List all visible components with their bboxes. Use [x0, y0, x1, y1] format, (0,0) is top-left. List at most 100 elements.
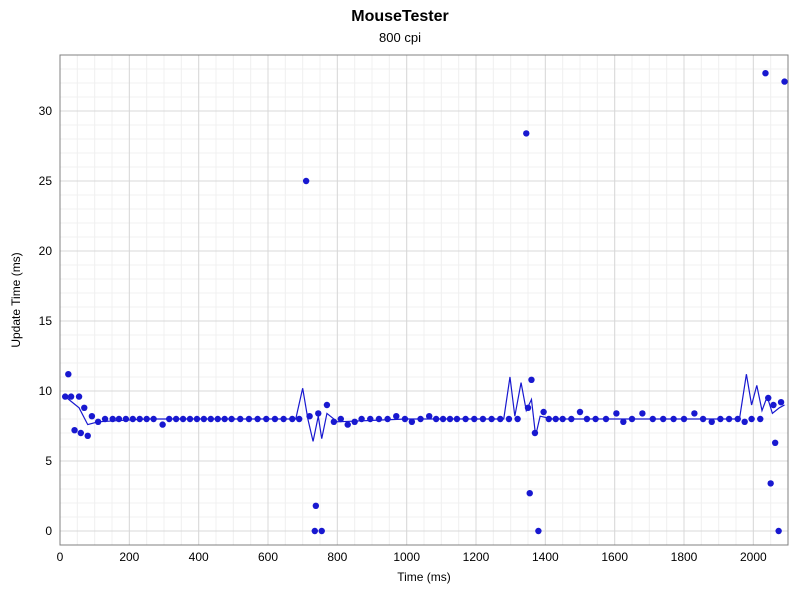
data-point	[306, 413, 312, 419]
data-point	[65, 371, 71, 377]
x-tick-label: 0	[57, 550, 64, 564]
data-point	[528, 377, 534, 383]
data-point	[102, 416, 108, 422]
data-point	[384, 416, 390, 422]
data-point	[78, 430, 84, 436]
data-point	[68, 393, 74, 399]
data-point	[402, 416, 408, 422]
x-tick-label: 200	[119, 550, 139, 564]
data-point	[95, 419, 101, 425]
data-point	[215, 416, 221, 422]
data-point	[137, 416, 143, 422]
data-point	[351, 419, 357, 425]
data-point	[166, 416, 172, 422]
x-tick-label: 1800	[671, 550, 698, 564]
data-point	[765, 395, 771, 401]
data-point	[546, 416, 552, 422]
data-point	[540, 409, 546, 415]
data-point	[748, 416, 754, 422]
data-point	[289, 416, 295, 422]
y-tick-label: 0	[45, 524, 52, 538]
data-point	[691, 410, 697, 416]
data-point	[778, 399, 784, 405]
data-point	[757, 416, 763, 422]
data-point	[681, 416, 687, 422]
data-point	[263, 416, 269, 422]
data-point	[208, 416, 214, 422]
y-tick-label: 10	[39, 384, 53, 398]
x-tick-label: 1400	[532, 550, 559, 564]
data-point	[447, 416, 453, 422]
data-point	[770, 402, 776, 408]
data-point	[331, 419, 337, 425]
data-point	[480, 416, 486, 422]
data-point	[762, 70, 768, 76]
data-point	[514, 416, 520, 422]
data-point	[345, 421, 351, 427]
data-point	[228, 416, 234, 422]
data-point	[426, 413, 432, 419]
data-point	[629, 416, 635, 422]
data-point	[296, 416, 302, 422]
data-point	[143, 416, 149, 422]
data-point	[553, 416, 559, 422]
data-point	[433, 416, 439, 422]
data-point	[89, 413, 95, 419]
data-point	[417, 416, 423, 422]
data-point	[454, 416, 460, 422]
data-point	[130, 416, 136, 422]
y-tick-label: 25	[39, 174, 53, 188]
data-point	[670, 416, 676, 422]
data-point	[85, 433, 91, 439]
data-point	[272, 416, 278, 422]
data-point	[254, 416, 260, 422]
data-point	[187, 416, 193, 422]
x-tick-label: 1600	[601, 550, 628, 564]
series-line	[65, 374, 784, 441]
y-axis-label: Update Time (ms)	[9, 252, 23, 347]
data-point	[303, 178, 309, 184]
data-point	[180, 416, 186, 422]
data-point	[194, 416, 200, 422]
x-axis-label: Time (ms)	[397, 570, 451, 584]
data-point	[237, 416, 243, 422]
data-point	[409, 419, 415, 425]
data-point	[246, 416, 252, 422]
data-point	[650, 416, 656, 422]
data-point	[324, 402, 330, 408]
chart-container: MouseTester 800 cpi 02004006008001000120…	[0, 0, 800, 600]
data-point	[726, 416, 732, 422]
data-point	[440, 416, 446, 422]
data-point	[123, 416, 129, 422]
data-point	[497, 416, 503, 422]
data-point	[584, 416, 590, 422]
data-point	[568, 416, 574, 422]
data-point	[376, 416, 382, 422]
data-point	[639, 410, 645, 416]
data-point	[319, 528, 325, 534]
data-point	[735, 416, 741, 422]
data-point	[71, 427, 77, 433]
data-point	[76, 393, 82, 399]
data-point	[150, 416, 156, 422]
data-point	[173, 416, 179, 422]
data-point	[709, 419, 715, 425]
data-point	[462, 416, 468, 422]
data-point	[592, 416, 598, 422]
data-point	[717, 416, 723, 422]
y-tick-label: 30	[39, 104, 53, 118]
data-point	[81, 405, 87, 411]
data-point	[772, 440, 778, 446]
x-tick-label: 400	[189, 550, 209, 564]
data-point	[603, 416, 609, 422]
data-point	[159, 421, 165, 427]
data-point	[315, 410, 321, 416]
data-point	[527, 490, 533, 496]
data-point	[393, 413, 399, 419]
x-tick-label: 800	[327, 550, 347, 564]
data-point	[62, 393, 68, 399]
data-point	[775, 528, 781, 534]
data-point	[312, 528, 318, 534]
x-tick-label: 2000	[740, 550, 767, 564]
data-point	[532, 430, 538, 436]
